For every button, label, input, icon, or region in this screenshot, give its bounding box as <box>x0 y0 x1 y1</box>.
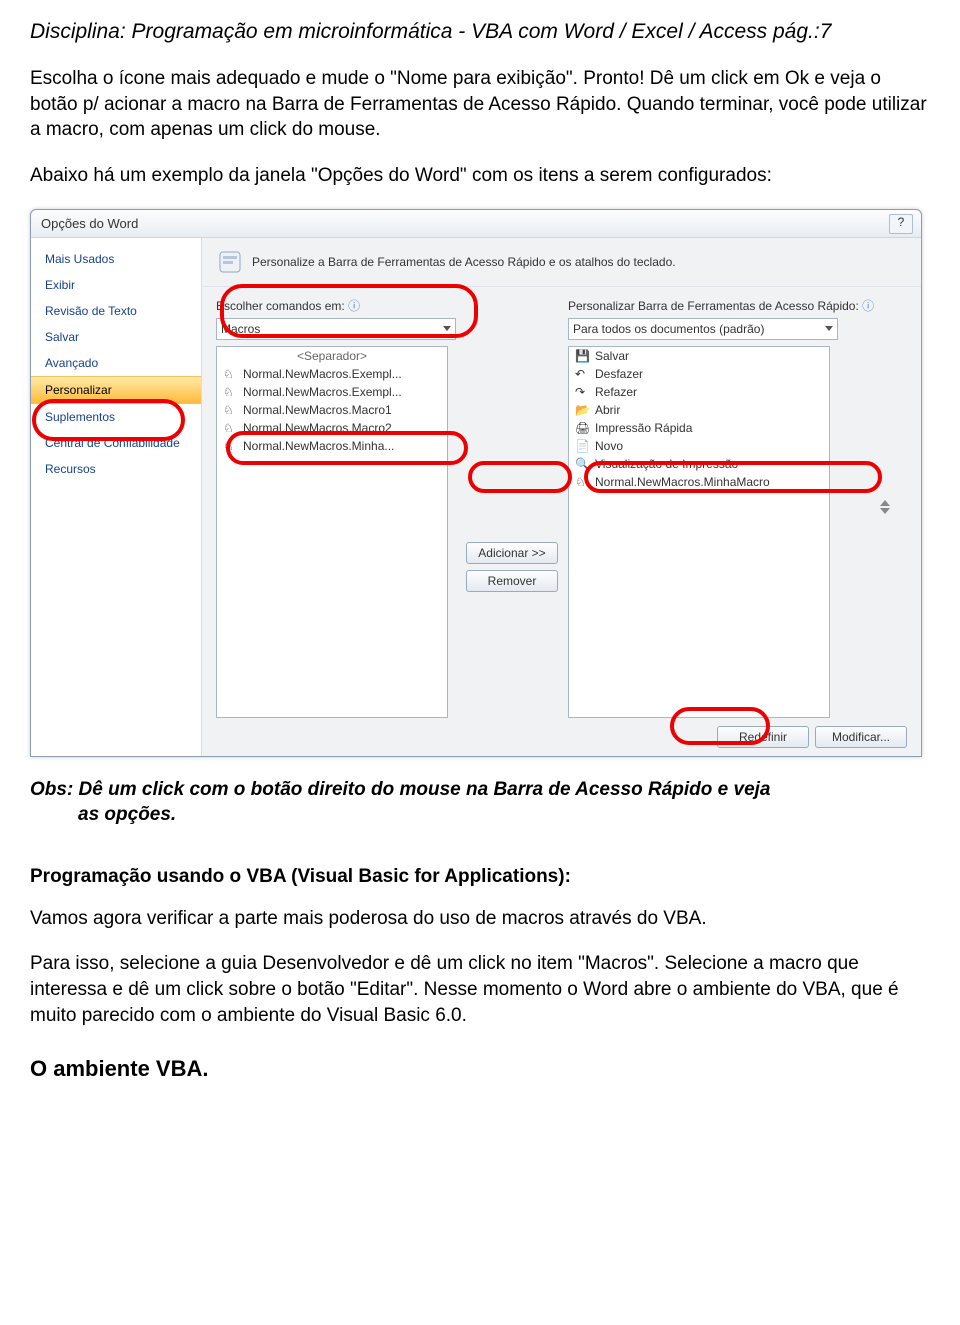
middle-buttons: Adicionar >> Remover <box>466 297 558 718</box>
macro-icon: ♘ <box>223 421 237 435</box>
main-heading-row: Personalize a Barra de Ferramentas de Ac… <box>202 238 921 287</box>
undo-icon: ↶ <box>575 367 589 381</box>
choose-commands-dropdown[interactable]: Macros <box>216 318 456 340</box>
help-button[interactable]: ? <box>889 214 913 234</box>
sidebar-item-suplementos[interactable]: Suplementos <box>31 404 201 430</box>
macro-icon: ♘ <box>223 367 237 381</box>
sidebar-item-revisao[interactable]: Revisão de Texto <box>31 298 201 324</box>
bottom-button-row: Redefinir Modificar... <box>202 718 921 756</box>
new-icon: 📄 <box>575 439 589 453</box>
reorder-spinner[interactable] <box>880 500 890 514</box>
list-item[interactable]: ↷Refazer <box>569 383 829 401</box>
sidebar-item-exibir[interactable]: Exibir <box>31 272 201 298</box>
modify-button[interactable]: Modificar... <box>815 726 907 748</box>
add-button[interactable]: Adicionar >> <box>466 542 558 564</box>
sidebar-item-confiabilidade[interactable]: Central de Confiabilidade <box>31 430 201 456</box>
section-heading-ambiente: O ambiente VBA. <box>30 1056 930 1082</box>
intro-paragraph-2: Abaixo há um exemplo da janela "Opções d… <box>30 163 930 189</box>
remove-button[interactable]: Remover <box>466 570 558 592</box>
left-column: Escolher comandos em: ⓘ Macros <Separado… <box>216 297 456 718</box>
list-item-macro[interactable]: ♘Normal.NewMacros.MinhaMacro <box>569 473 829 491</box>
word-options-dialog: Opções do Word ? Mais Usados Exibir Revi… <box>30 209 922 757</box>
save-icon: 💾 <box>575 349 589 363</box>
macro-icon: ♘ <box>575 475 589 489</box>
customize-icon <box>216 248 244 276</box>
open-icon: 📂 <box>575 403 589 417</box>
sidebar-item-avancado[interactable]: Avançado <box>31 350 201 376</box>
options-sidebar: Mais Usados Exibir Revisão de Texto Salv… <box>31 238 202 756</box>
chevron-down-icon <box>443 326 451 331</box>
dialog-title-text: Opções do Word <box>41 216 138 231</box>
list-item[interactable]: ♘Normal.NewMacros.Exempl... <box>217 365 447 383</box>
macro-icon: ♘ <box>223 385 237 399</box>
sidebar-item-recursos[interactable]: Recursos <box>31 456 201 482</box>
choose-commands-label: Escolher comandos em: ⓘ <box>216 297 456 314</box>
sidebar-item-salvar[interactable]: Salvar <box>31 324 201 350</box>
dropdown-value: Para todos os documentos (padrão) <box>573 322 764 336</box>
list-item[interactable]: 📂Abrir <box>569 401 829 419</box>
macro-icon: ♘ <box>223 439 237 453</box>
body-paragraph-4: Para isso, selecione a guia Desenvolvedo… <box>30 951 930 1028</box>
dialog-screenshot: Opções do Word ? Mais Usados Exibir Revi… <box>30 209 930 757</box>
page-header: Disciplina: Programação em microinformát… <box>30 20 930 44</box>
intro-paragraph-1: Escolha o ícone mais adequado e mude o "… <box>30 66 930 143</box>
commands-list[interactable]: <Separador> ♘Normal.NewMacros.Exempl... … <box>216 346 448 718</box>
preview-icon: 🔍 <box>575 457 589 471</box>
body-paragraph-3: Vamos agora verificar a parte mais poder… <box>30 906 930 932</box>
list-item-selected[interactable]: ♘Normal.NewMacros.Minha... <box>217 437 447 455</box>
print-icon: 🖨 <box>575 421 589 435</box>
dialog-titlebar: Opções do Word ? <box>31 210 921 238</box>
sidebar-item-mais-usados[interactable]: Mais Usados <box>31 246 201 272</box>
list-item[interactable]: 💾Salvar <box>569 347 829 365</box>
main-heading-text: Personalize a Barra de Ferramentas de Ac… <box>252 255 676 269</box>
list-item[interactable]: ♘Normal.NewMacros.Exempl... <box>217 383 447 401</box>
scope-dropdown[interactable]: Para todos os documentos (padrão) <box>568 318 838 340</box>
list-item[interactable]: 📄Novo <box>569 437 829 455</box>
list-item[interactable]: 🔍Visualização de Impressão <box>569 455 829 473</box>
customize-qat-label: Personalizar Barra de Ferramentas de Ace… <box>568 297 874 314</box>
reset-button[interactable]: Redefinir <box>717 726 809 748</box>
list-item[interactable]: ↶Desfazer <box>569 365 829 383</box>
macro-icon: ♘ <box>223 403 237 417</box>
redo-icon: ↷ <box>575 385 589 399</box>
list-item[interactable]: ♘Normal.NewMacros.Macro1 <box>217 401 447 419</box>
section-heading-vba: Programação usando o VBA (Visual Basic f… <box>30 866 930 888</box>
sidebar-item-personalizar[interactable]: Personalizar <box>31 376 201 404</box>
list-item[interactable]: ♘Normal.NewMacros.Macro2 <box>217 419 447 437</box>
dropdown-value: Macros <box>221 322 260 336</box>
move-up-icon[interactable] <box>880 500 890 506</box>
list-item[interactable]: 🖨Impressão Rápida <box>569 419 829 437</box>
list-separator[interactable]: <Separador> <box>217 347 447 365</box>
chevron-down-icon <box>825 326 833 331</box>
move-down-icon[interactable] <box>880 508 890 514</box>
qat-list[interactable]: 💾Salvar ↶Desfazer ↷Refazer 📂Abrir 🖨Impre… <box>568 346 830 718</box>
obs-note: Obs: Dê um click com o botão direito do … <box>30 777 930 828</box>
right-column: Personalizar Barra de Ferramentas de Ace… <box>568 297 874 718</box>
